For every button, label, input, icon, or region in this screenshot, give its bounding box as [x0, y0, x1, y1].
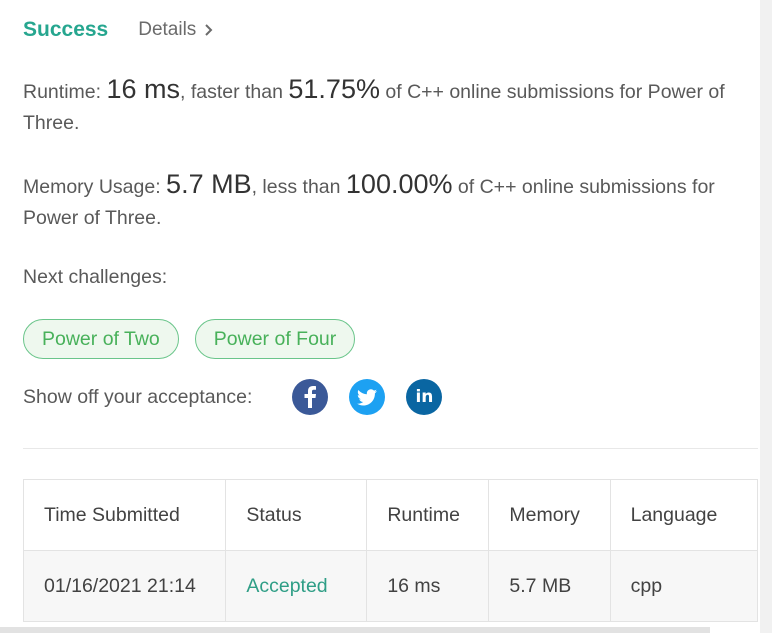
- runtime-middle-text: , faster than: [179, 81, 289, 103]
- cell-status-accepted[interactable]: Accepted: [225, 550, 368, 622]
- details-link[interactable]: Details: [138, 19, 214, 41]
- facebook-icon[interactable]: [292, 379, 329, 415]
- column-header-time-submitted: Time Submitted: [22, 479, 227, 551]
- details-label: Details: [138, 19, 197, 40]
- result-header: Success Details: [23, 14, 214, 46]
- chevron-right-icon: [204, 23, 214, 37]
- memory-middle-text: , less than: [251, 176, 346, 198]
- table-row: 01/16/2021 21:14 Accepted 16 ms 5.7 MB c…: [22, 550, 758, 622]
- section-divider: [23, 448, 758, 449]
- share-row: Show off your acceptance: in: [23, 378, 463, 416]
- runtime-value: 16 ms: [106, 74, 180, 104]
- success-status: Success: [23, 18, 109, 41]
- runtime-label: Runtime:: [23, 81, 107, 103]
- memory-value: 5.7 MB: [166, 169, 252, 199]
- cell-time-submitted: 01/16/2021 21:14: [22, 550, 227, 622]
- memory-label: Memory Usage:: [23, 176, 167, 198]
- horizontal-scrollbar[interactable]: [0, 627, 710, 633]
- column-header-status: Status: [225, 479, 368, 551]
- column-header-runtime: Runtime: [366, 479, 490, 551]
- memory-percent: 100.00%: [345, 169, 453, 199]
- memory-stat: Memory Usage: 5.7 MB, less than 100.00% …: [23, 169, 758, 234]
- runtime-stat: Runtime: 16 ms, faster than 51.75% of C+…: [23, 74, 758, 139]
- next-challenges-list: Power of Two Power of Four: [23, 319, 371, 359]
- column-header-language: Language: [609, 479, 758, 551]
- table-header-row: Time Submitted Status Runtime Memory Lan…: [22, 479, 758, 551]
- share-label: Show off your acceptance:: [23, 385, 253, 408]
- linkedin-icon-text: in: [415, 387, 434, 407]
- next-challenges-label: Next challenges:: [23, 266, 168, 288]
- vertical-scrollbar[interactable]: [760, 0, 772, 633]
- challenge-chip-power-of-two[interactable]: Power of Two: [23, 319, 179, 359]
- submissions-table: Time Submitted Status Runtime Memory Lan…: [22, 479, 758, 622]
- cell-runtime: 16 ms: [366, 550, 490, 622]
- submission-result-panel: Success Details Runtime: 16 ms, faster t…: [0, 0, 758, 633]
- twitter-icon[interactable]: [349, 379, 386, 415]
- challenge-chip-power-of-four[interactable]: Power of Four: [194, 319, 356, 359]
- runtime-percent: 51.75%: [288, 74, 380, 104]
- linkedin-icon[interactable]: in: [406, 379, 443, 415]
- column-header-memory: Memory: [488, 479, 611, 551]
- cell-language: cpp: [609, 550, 758, 622]
- cell-memory: 5.7 MB: [488, 550, 611, 622]
